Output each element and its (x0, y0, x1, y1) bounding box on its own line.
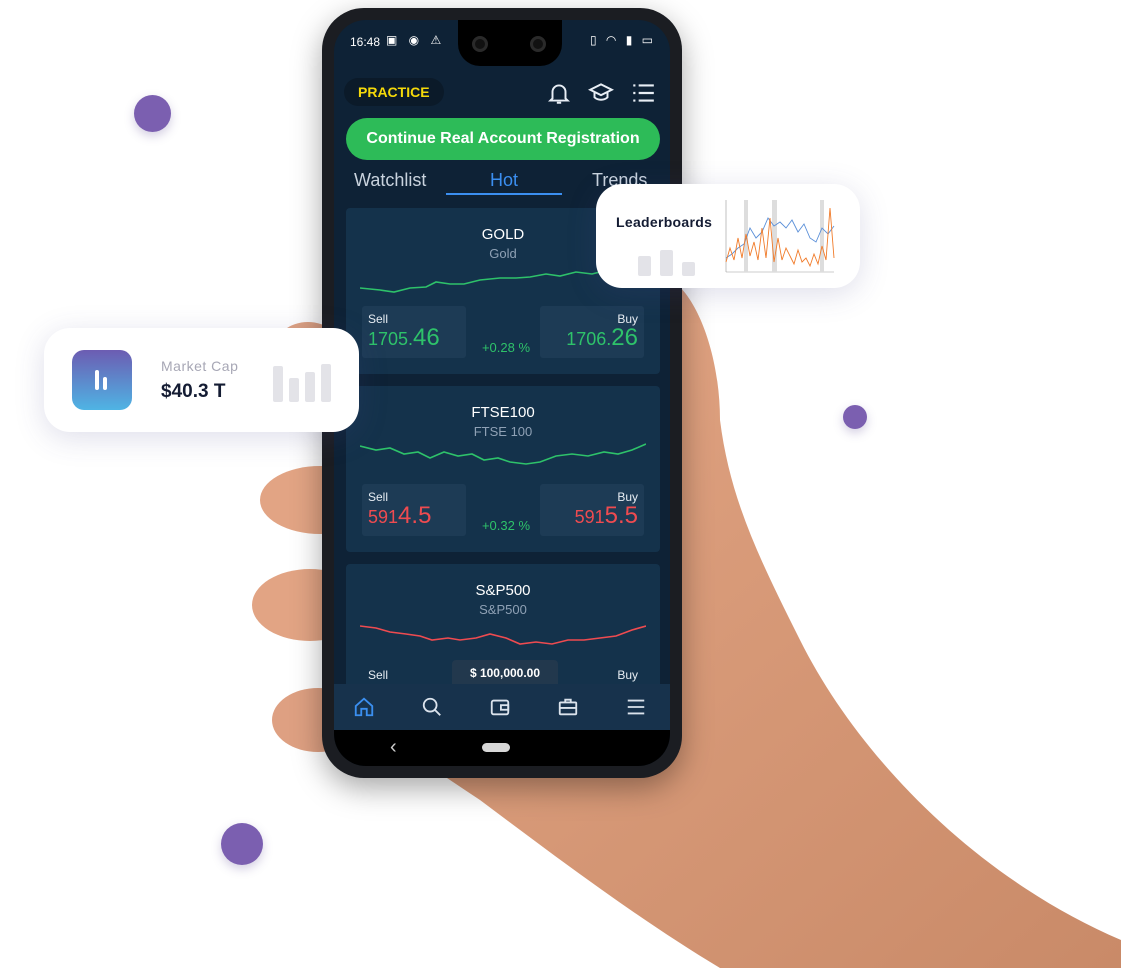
sell-label: Sell (368, 668, 389, 682)
list-icon[interactable] (630, 80, 656, 106)
search-icon[interactable] (420, 696, 444, 718)
sell-price: 5914.5 (368, 502, 432, 529)
home-icon[interactable] (352, 696, 376, 718)
market-cap-value: $40.3 T (161, 381, 226, 402)
camera-icon (530, 36, 546, 52)
bar-chart-icon (638, 250, 698, 276)
bar-chart-icon (273, 362, 333, 402)
change-percent: +0.32 % (481, 518, 531, 533)
buy-label: Buy (617, 668, 638, 682)
line-chart-thumbnail (725, 200, 835, 273)
market-cap-card: Market Cap $40.3 T (44, 328, 359, 432)
bottom-nav (334, 684, 670, 730)
app-header: PRACTICE (334, 74, 670, 110)
buy-price-button[interactable]: Buy 1706.26 (540, 306, 644, 358)
sparkline-chart (360, 443, 646, 465)
practice-badge[interactable]: PRACTICE (344, 78, 444, 106)
buy-price-button[interactable]: Buy 5915.5 (540, 484, 644, 536)
instrument-subtitle: S&P500 (479, 602, 527, 617)
instrument-name: S&P500 (475, 582, 531, 599)
buy-price: 1706.26 (566, 324, 638, 351)
sparkline-chart (360, 625, 646, 645)
instrument-name: FTSE100 (471, 404, 535, 421)
tab-hot[interactable]: Hot (490, 170, 518, 191)
notification-icons: ▣ ◉ ⚠ (386, 33, 446, 47)
chart-app-icon (72, 350, 132, 410)
phone-screen: 16:48 ▣ ◉ ⚠ ▯ ◠ ▮ ▭ PRACTICE Continue Re… (334, 20, 670, 766)
menu-icon[interactable] (624, 696, 648, 718)
instrument-subtitle: FTSE 100 (473, 424, 533, 439)
graduation-cap-icon[interactable] (588, 80, 614, 106)
status-time: 16:48 (350, 35, 381, 49)
market-cap-label: Market Cap (161, 358, 239, 374)
sell-price-button[interactable]: Sell 1705.46 (362, 306, 466, 358)
sell-price-button[interactable]: Sell 5914.5 (362, 484, 466, 536)
camera-notch (458, 20, 562, 66)
bell-icon[interactable] (546, 80, 572, 106)
phone: 16:48 ▣ ◉ ⚠ ▯ ◠ ▮ ▭ PRACTICE Continue Re… (322, 8, 682, 778)
buy-price: 5915.5 (574, 502, 638, 529)
home-gesture-bar[interactable] (482, 743, 510, 752)
system-nav-bar: ‹ (334, 730, 670, 766)
tab-watchlist[interactable]: Watchlist (354, 170, 426, 191)
active-tab-indicator (446, 193, 562, 195)
briefcase-icon[interactable] (556, 696, 580, 718)
wallet-icon[interactable] (488, 696, 512, 718)
change-percent: +0.28 % (481, 340, 531, 355)
sell-price: 1705.46 (368, 324, 440, 351)
system-status-icons: ▯ ◠ ▮ ▭ (589, 33, 656, 47)
leaderboards-title: Leaderboards (616, 214, 713, 230)
leaderboards-card: Leaderboards (596, 184, 860, 288)
back-icon[interactable]: ‹ (390, 736, 397, 759)
camera-icon (472, 36, 488, 52)
instrument-card-ftse100[interactable]: FTSE100 FTSE 100 Sell 5914.5 +0.32 % Buy… (346, 386, 660, 552)
continue-registration-button[interactable]: Continue Real Account Registration (346, 118, 660, 160)
account-balance[interactable]: $ 100,000.00 (452, 660, 558, 686)
